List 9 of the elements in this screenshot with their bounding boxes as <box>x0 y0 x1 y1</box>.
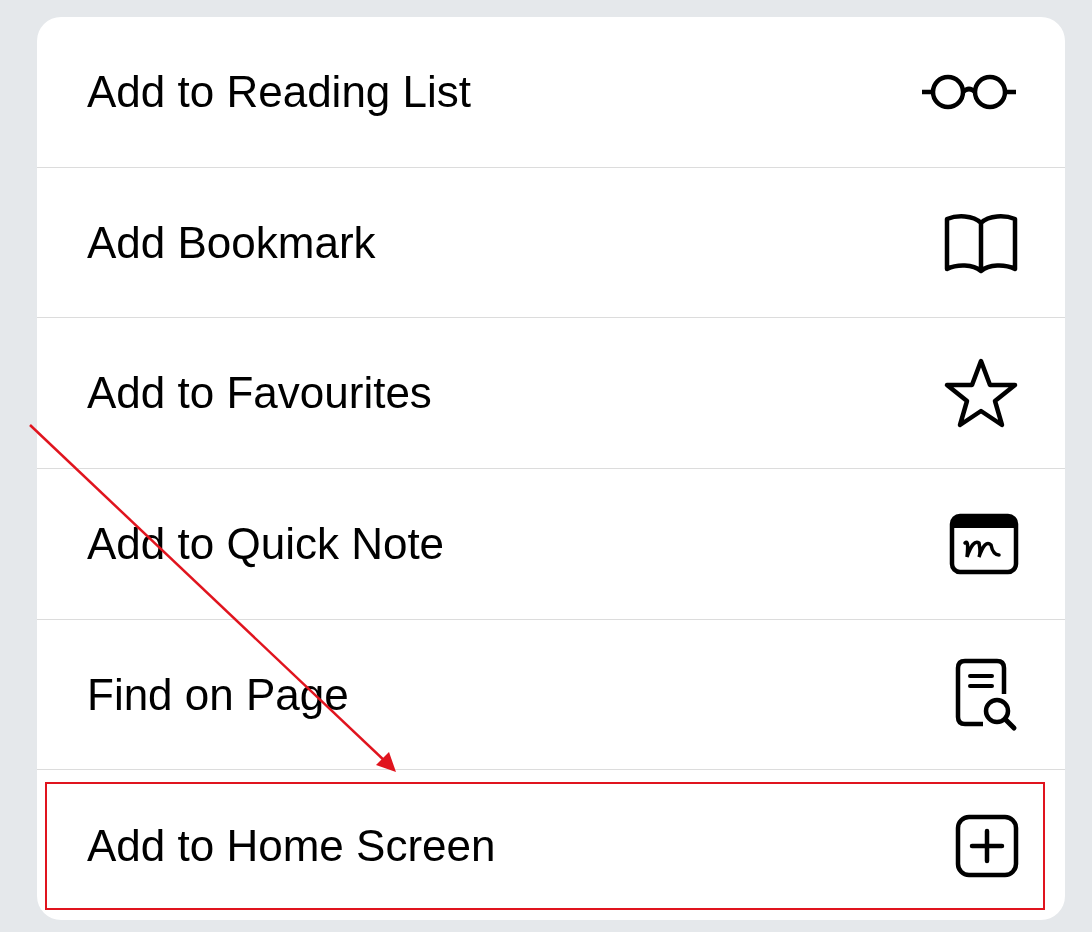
menu-item[interactable]: Add to Favourites <box>45 318 1045 468</box>
document-search-icon <box>953 657 1019 732</box>
menu-item[interactable]: Add Bookmark <box>45 167 1045 318</box>
menu-item[interactable]: Add to Reading List <box>45 17 1045 167</box>
menu-item[interactable]: Add to Quick Note <box>45 469 1045 619</box>
note-icon <box>949 512 1019 575</box>
menu-item[interactable]: Add to Home Screen <box>45 782 1045 911</box>
plus-square-icon <box>955 814 1019 879</box>
star-icon <box>943 357 1019 430</box>
